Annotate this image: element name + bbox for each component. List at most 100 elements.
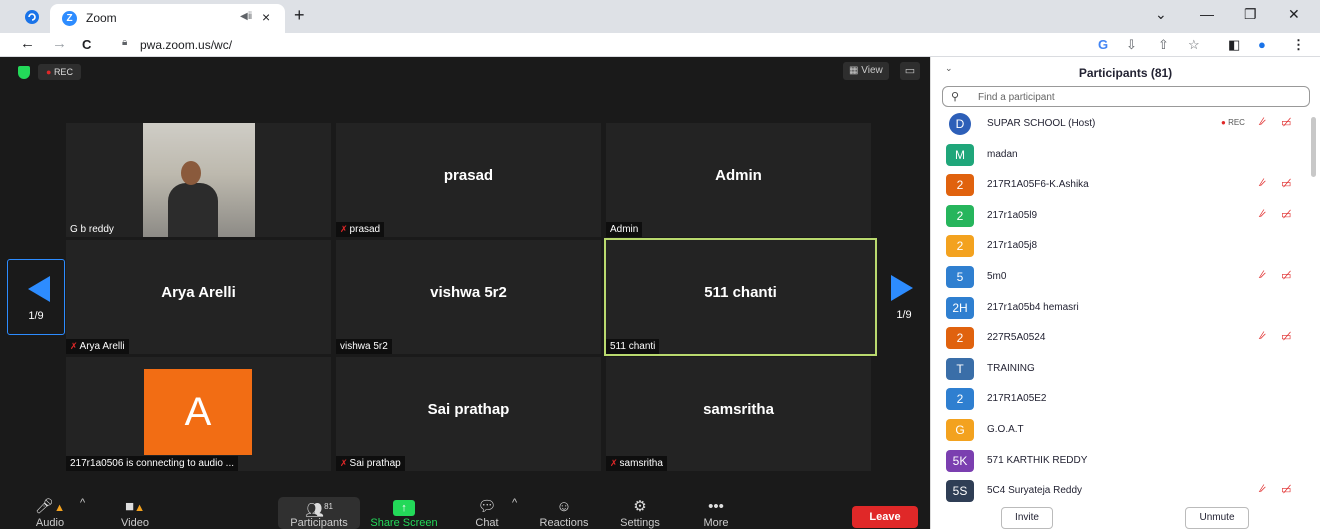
- arrow-left-icon: [28, 276, 50, 302]
- video-label: Video: [121, 517, 149, 529]
- participants-button[interactable]: 👥︎81 Participants: [278, 497, 360, 529]
- tab-audio-icon[interactable]: ◀ⅱ: [240, 11, 252, 22]
- tile-name: Admin: [715, 167, 762, 184]
- participant-row[interactable]: 5K 571 KARTHIK REDDY: [931, 446, 1311, 476]
- avatar: 2: [946, 327, 974, 350]
- side-panel-icon[interactable]: ◧: [1228, 37, 1240, 53]
- avatar: 2: [946, 235, 974, 258]
- participant-row[interactable]: 2 217r1a05j8: [931, 231, 1311, 261]
- install-icon[interactable]: ⇩: [1126, 37, 1137, 53]
- participants-label: Participants: [290, 517, 348, 529]
- tile-label-text: samsritha: [619, 458, 663, 469]
- participant-row[interactable]: 2H 217r1a05b4 hemasri: [931, 293, 1311, 323]
- participant-row[interactable]: G G.O.A.T: [931, 415, 1311, 445]
- video-tile[interactable]: Sai prathap ✗ Sai prathap: [336, 357, 601, 471]
- more-button[interactable]: ••• More: [696, 497, 736, 529]
- mic-muted-icon: ⁄̷: [1261, 269, 1263, 281]
- rec-label: REC: [53, 67, 73, 77]
- next-page-button[interactable]: 1/9: [875, 259, 933, 335]
- audio-options-caret-icon[interactable]: ^: [80, 497, 85, 509]
- close-window-button[interactable]: ✕: [1288, 6, 1300, 23]
- tile-name-label: ✗ Arya Arelli: [66, 339, 129, 354]
- encryption-shield-icon[interactable]: [18, 66, 30, 79]
- profile-icon[interactable]: ●: [1258, 37, 1266, 52]
- participant-row[interactable]: 5S 5C4 Suryateja Reddy ⁄̷ ▭̸: [931, 476, 1311, 506]
- minimize-video-button[interactable]: ▭: [900, 62, 920, 80]
- chrome-history-icon[interactable]: [24, 9, 40, 25]
- video-off-icon: ▭̸: [1281, 331, 1292, 344]
- video-tile[interactable]: Arya Arelli ✗ Arya Arelli: [66, 240, 331, 354]
- video-off-icon: ▭̸: [1281, 484, 1292, 497]
- recording-badge[interactable]: ● REC: [38, 64, 81, 80]
- avatar: 5: [946, 266, 974, 288]
- video-tile[interactable]: A 217r1a0506 is connecting to audio ...: [66, 357, 331, 471]
- address-bar: ← → C 🔒︎ pwa.zoom.us/wc/ G ⇩ ⇧ ☆ ◧ ● ⋮: [0, 33, 1320, 57]
- share-screen-label: Share Screen: [370, 517, 438, 529]
- person-body: [168, 183, 218, 237]
- settings-button[interactable]: ⚙︎ Settings: [616, 497, 664, 529]
- video-tile[interactable]: G b reddy: [66, 123, 331, 237]
- video-tile[interactable]: prasad ✗ prasad: [336, 123, 601, 237]
- meeting-toolbar: 🎤︎▲ Audio ^ ■▲ Video 👥︎81 Participants ↑…: [0, 497, 930, 529]
- tab-close-icon[interactable]: ×: [262, 9, 270, 25]
- tab-title: Zoom: [86, 11, 117, 25]
- avatar: D: [949, 113, 971, 135]
- participant-row[interactable]: 2 217r1a05l9 ⁄̷ ▭̸: [931, 201, 1311, 231]
- video-tile[interactable]: Admin Admin: [606, 123, 871, 237]
- minimize-button[interactable]: —: [1200, 6, 1214, 22]
- url-text: pwa.zoom.us/wc/: [140, 38, 233, 52]
- page-indicator-left: 1/9: [28, 310, 44, 322]
- participant-row[interactable]: Mmadan: [931, 140, 1311, 170]
- back-button[interactable]: ←: [20, 35, 35, 52]
- tile-name: 511 chanti: [704, 284, 777, 301]
- unmute-button[interactable]: Unmute: [1185, 507, 1249, 529]
- restore-button[interactable]: ❐: [1244, 6, 1257, 23]
- reactions-label: Reactions: [539, 517, 589, 529]
- participant-name: 217r1a05l9: [987, 209, 1038, 221]
- more-icon: •••: [708, 498, 724, 515]
- search-placeholder: Find a participant: [978, 92, 1055, 103]
- panel-title: Participants (81): [1078, 66, 1173, 80]
- url-field[interactable]: 🔒︎ pwa.zoom.us/wc/: [112, 34, 1112, 55]
- prev-page-button[interactable]: 1/9: [7, 259, 65, 335]
- google-icon[interactable]: G: [1098, 37, 1108, 52]
- participant-row[interactable]: 2 217R1A05E2: [931, 384, 1311, 414]
- video-off-icon: ▭̸: [1281, 270, 1292, 282]
- video-tile-active-speaker[interactable]: 511 chanti 511 chanti: [604, 238, 877, 356]
- reactions-button[interactable]: ☺︎ Reactions: [536, 497, 592, 529]
- share-icon[interactable]: ⇧: [1158, 37, 1169, 53]
- participant-row[interactable]: 5 5m0 ⁄̷ ▭̸: [931, 262, 1311, 292]
- chat-label: Chat: [475, 517, 499, 529]
- video-tile[interactable]: vishwa 5r2 vishwa 5r2: [336, 240, 601, 354]
- participant-name: G.O.A.T: [987, 424, 1024, 435]
- search-input[interactable]: ⚲ Find a participant: [942, 86, 1310, 107]
- forward-button[interactable]: →: [52, 35, 67, 52]
- reload-button[interactable]: C: [82, 37, 91, 52]
- chat-options-caret-icon[interactable]: ^: [512, 497, 517, 509]
- audio-button[interactable]: 🎤︎▲ Audio: [30, 497, 70, 529]
- participant-row[interactable]: 2 217R1A05F6-K.Ashika ⁄̷ ▭̸: [931, 170, 1311, 200]
- mic-muted-icon: ⁄̷: [1261, 116, 1263, 128]
- leave-button[interactable]: Leave: [852, 506, 918, 528]
- invite-button[interactable]: Invite: [1001, 507, 1053, 529]
- scrollbar[interactable]: [1311, 117, 1316, 177]
- view-button[interactable]: ▦ View: [843, 62, 889, 80]
- video-tile[interactable]: samsritha ✗ samsritha: [606, 357, 871, 471]
- participant-row[interactable]: T TRAINING: [931, 354, 1311, 384]
- tab-zoom[interactable]: Z Zoom ◀ⅱ ×: [50, 4, 285, 33]
- video-warning-icon: ■▲: [125, 498, 145, 515]
- chat-button[interactable]: 💬︎ Chat: [470, 497, 504, 529]
- chat-icon: 💬︎: [477, 498, 497, 515]
- participant-row[interactable]: 2 227R5A0524 ⁄̷ ▭̸: [931, 323, 1311, 353]
- participant-name: 217R1A05F6-K.Ashika: [987, 179, 1089, 191]
- new-tab-button[interactable]: +: [294, 5, 305, 26]
- share-screen-button[interactable]: ↑ Share Screen: [368, 497, 440, 529]
- bookmark-icon[interactable]: ☆: [1188, 37, 1200, 53]
- video-button[interactable]: ■▲ Video: [112, 497, 158, 529]
- tab-search-icon[interactable]: ⌄: [1155, 6, 1167, 23]
- tile-name-label: ✗ prasad: [336, 222, 385, 237]
- menu-icon[interactable]: ⋮: [1292, 37, 1305, 53]
- tile-name-label: 511 chanti: [606, 339, 660, 354]
- participant-row[interactable]: D SUPAR SCHOOL (Host) ● REC ⁄̷ ▭̸: [931, 109, 1311, 139]
- tile-name: Sai prathap: [427, 401, 510, 418]
